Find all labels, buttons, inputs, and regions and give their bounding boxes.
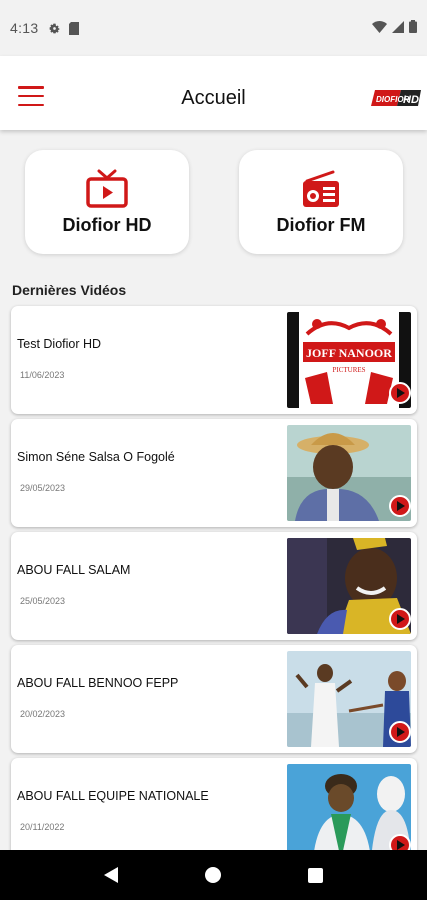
settings-gear-icon	[48, 22, 61, 35]
wifi-icon	[372, 20, 387, 36]
app-bar: Accueil DIOFIOR HD	[0, 56, 427, 130]
video-thumbnail	[287, 425, 411, 521]
video-thumbnail	[287, 651, 411, 747]
video-date: 25/05/2023	[20, 596, 66, 606]
play-icon[interactable]	[389, 721, 411, 743]
tv-icon	[86, 169, 128, 208]
radio-icon	[303, 170, 339, 207]
play-icon[interactable]	[389, 382, 411, 404]
video-thumbnail	[287, 764, 411, 860]
diofior-hd-card[interactable]: Diofior HD	[25, 150, 189, 254]
video-date: 29/05/2023	[20, 483, 66, 493]
status-bar: 4:13	[0, 0, 427, 56]
system-navigation-bar	[0, 850, 427, 900]
svg-text:HD: HD	[403, 94, 419, 106]
play-icon[interactable]	[389, 495, 411, 517]
thumbnail-logo-text: JOFF NANOOR	[306, 346, 392, 360]
video-card[interactable]: ABOU FALL SALAM 25/05/2023	[11, 532, 417, 640]
video-title: ABOU FALL BENNOO FEPP	[17, 676, 179, 690]
recent-apps-icon[interactable]	[308, 867, 324, 883]
page-title: Accueil	[181, 86, 246, 109]
video-card[interactable]: Test Diofior HD 11/06/2023 JOFF NANOOR P…	[11, 306, 417, 414]
back-icon[interactable]	[103, 867, 118, 883]
thumbnail-logo-subtext: PICTURES	[332, 366, 365, 374]
diofior-fm-label: Diofior FM	[276, 214, 366, 235]
video-title: ABOU FALL EQUIPE NATIONALE	[17, 789, 209, 803]
video-title: Simon Séne Salsa O Fogolé	[17, 450, 175, 464]
video-date: 20/02/2023	[20, 709, 66, 719]
video-title: Test Diofior HD	[17, 337, 102, 351]
video-card[interactable]: ABOU FALL BENNOO FEPP 20/02/2023	[11, 645, 417, 753]
video-title: ABOU FALL SALAM	[17, 563, 131, 577]
battery-icon	[409, 20, 417, 36]
video-date: 20/11/2022	[20, 822, 65, 832]
quick-access-cards: Diofior HD Diofior FM	[0, 150, 427, 256]
sim-card-icon	[69, 21, 80, 35]
diofior-fm-card[interactable]: Diofior FM	[239, 150, 403, 254]
status-time: 4:13	[10, 20, 39, 36]
hamburger-menu-icon[interactable]	[18, 86, 44, 106]
latest-videos-title: Dernières Vidéos	[12, 282, 127, 298]
video-thumbnail	[287, 538, 411, 634]
video-list: Test Diofior HD 11/06/2023 JOFF NANOOR P…	[11, 306, 417, 871]
video-card[interactable]: Simon Séne Salsa O Fogolé 29/05/2023	[11, 419, 417, 527]
brand-logo: DIOFIOR HD	[371, 88, 421, 108]
video-date: 11/06/2023	[20, 370, 65, 380]
play-icon[interactable]	[389, 608, 411, 630]
signal-icon	[392, 20, 404, 36]
diofior-hd-label: Diofior HD	[62, 214, 152, 235]
home-icon[interactable]	[204, 867, 221, 883]
video-thumbnail: JOFF NANOOR PICTURES	[287, 312, 411, 408]
